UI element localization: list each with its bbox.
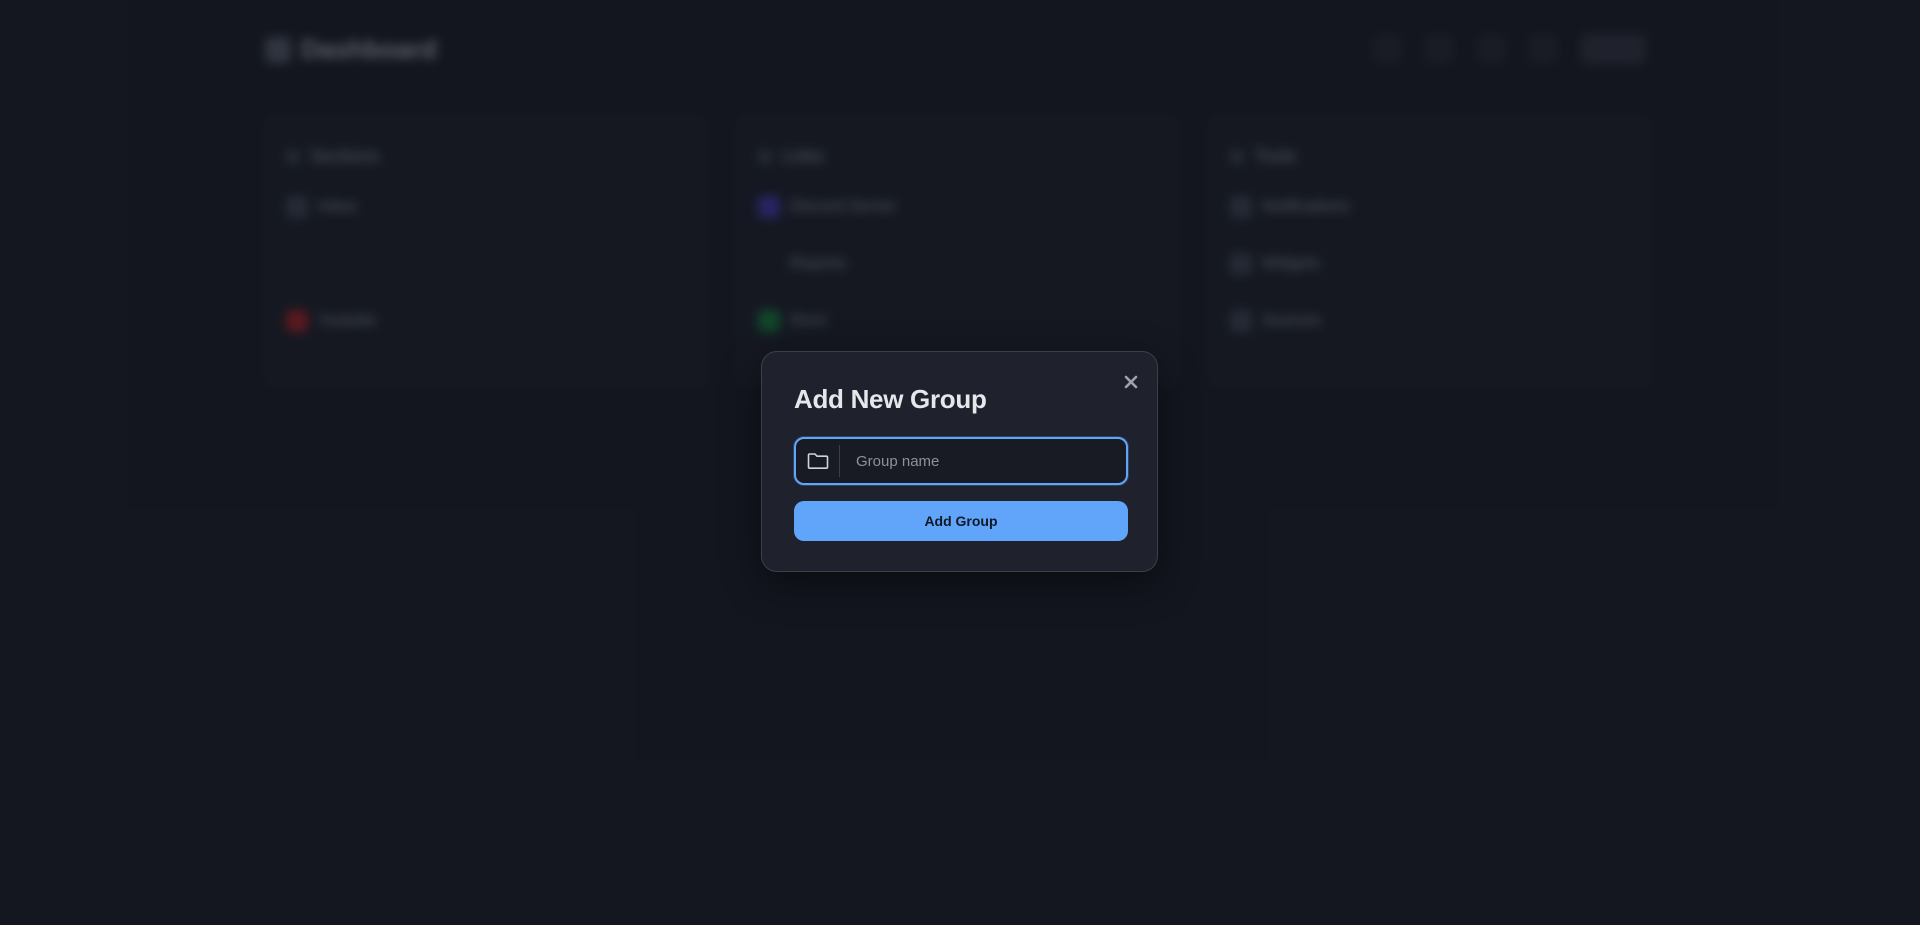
folder-icon-wrap <box>796 445 840 477</box>
group-name-input[interactable] <box>840 439 1126 483</box>
close-button[interactable] <box>1119 370 1143 394</box>
add-group-button[interactable]: Add Group <box>794 501 1128 541</box>
folder-icon <box>807 453 828 469</box>
dialog-title: Add New Group <box>794 384 987 414</box>
close-icon <box>1124 375 1138 389</box>
group-name-field <box>794 437 1128 485</box>
add-group-dialog: Add New Group Add Group <box>761 351 1158 572</box>
